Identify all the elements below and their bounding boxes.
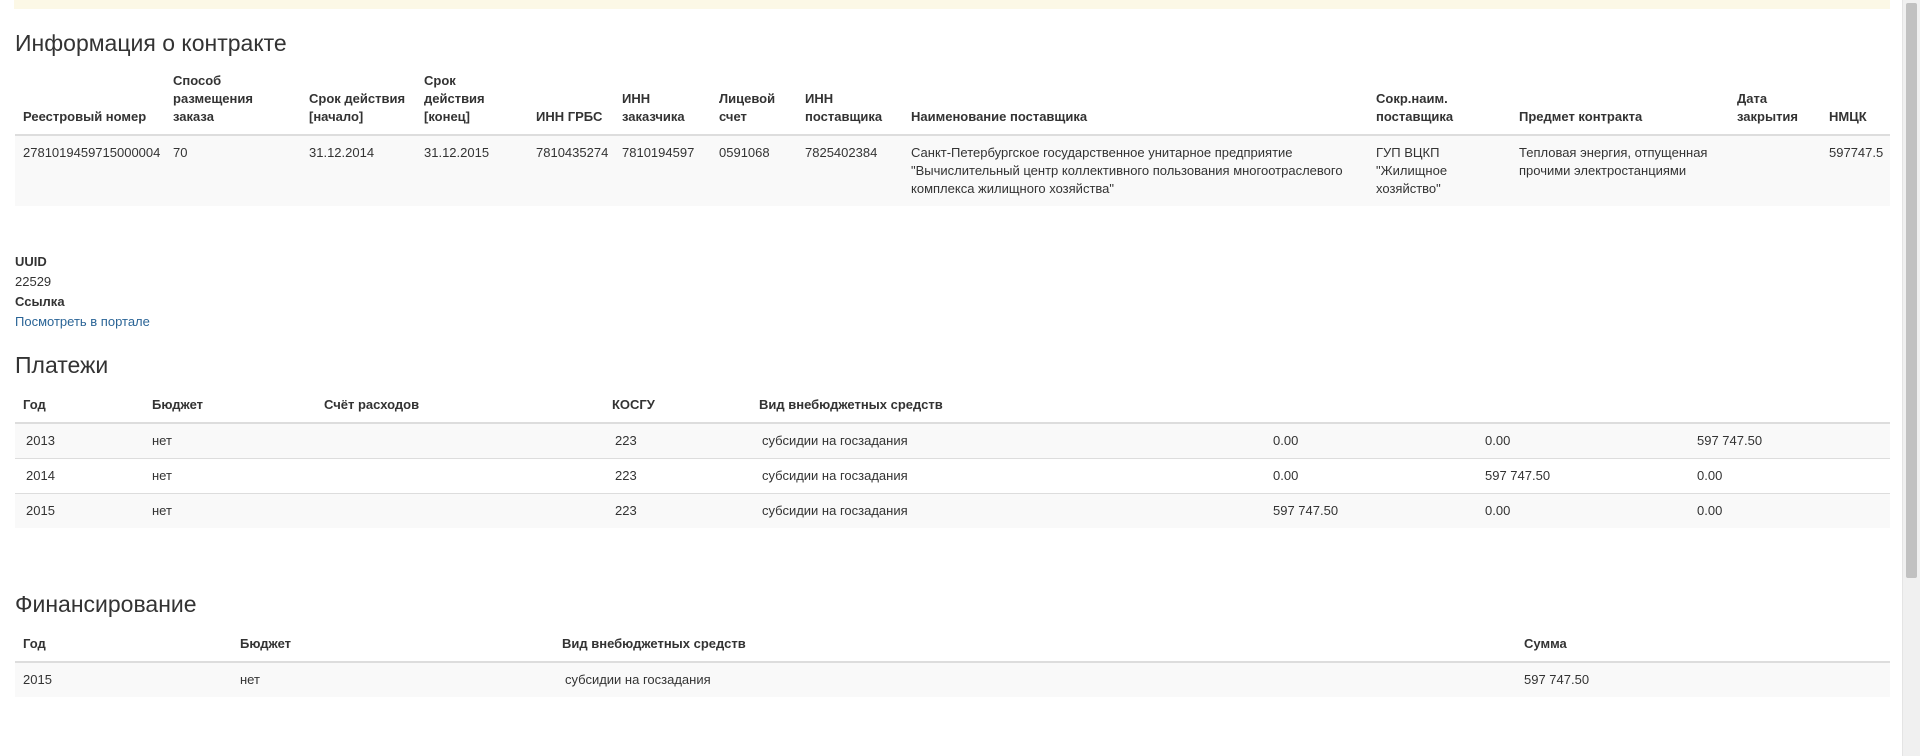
col-supplier-short: Сокр.наим. поставщика xyxy=(1368,72,1511,136)
cell-funds-type: субсидии на госзадания xyxy=(751,493,1265,528)
cell-amount-1: 0.00 xyxy=(1265,423,1477,459)
cell-sum: 597 747.50 xyxy=(1516,662,1890,697)
col-subject: Предмет контракта xyxy=(1511,72,1729,136)
col-sum: Сумма xyxy=(1516,635,1890,663)
table-row: 2013 нет 223 субсидии на госзадания 0.00… xyxy=(15,423,1890,459)
cell-nmck: 597747.5 xyxy=(1821,135,1890,206)
col-inn-customer: ИНН заказчика xyxy=(614,72,711,136)
col-registry-number: Реестровый номер xyxy=(15,72,165,136)
payments-title: Платежи xyxy=(15,352,109,378)
uuid-label: UUID xyxy=(15,254,47,269)
cell-inn-customer: 7810194597 xyxy=(614,135,711,206)
cell-supplier-short: ГУП ВЦКП "Жилищное хозяйство" xyxy=(1368,135,1511,206)
col-year: Год xyxy=(15,635,232,663)
portal-link[interactable]: Посмотреть в портале xyxy=(15,314,150,329)
payments-header-row: Год Бюджет Счёт расходов КОСГУ Вид внебю… xyxy=(15,396,1890,424)
col-start-date: Срок действия [начало] xyxy=(301,72,416,136)
contract-header-row: Реестровый номер Способ размещения заказ… xyxy=(15,72,1890,136)
cell-expense-account xyxy=(316,423,604,459)
table-row: 2781019459715000004 70 31.12.2014 31.12.… xyxy=(15,135,1890,206)
contract-title: Информация о контракте xyxy=(15,30,287,56)
cell-year: 2014 xyxy=(15,458,144,494)
cell-amount-3: 0.00 xyxy=(1689,493,1890,528)
col-kosgu: КОСГУ xyxy=(604,396,751,424)
cell-amount-3: 0.00 xyxy=(1689,458,1890,494)
cell-end-date: 31.12.2015 xyxy=(416,135,528,206)
financing-header-row: Год Бюджет Вид внебюджетных средств Сумм… xyxy=(15,635,1890,663)
cell-expense-account xyxy=(316,458,604,494)
cell-budget: нет xyxy=(144,458,316,494)
payments-table: Год Бюджет Счёт расходов КОСГУ Вид внебю… xyxy=(15,396,1890,528)
col-nmck: НМЦК xyxy=(1821,72,1890,136)
col-amount-3 xyxy=(1689,396,1890,424)
cell-year: 2015 xyxy=(15,493,144,528)
cell-budget: нет xyxy=(144,493,316,528)
col-expense-account: Счёт расходов xyxy=(316,396,604,424)
col-funds-type: Вид внебюджетных средств xyxy=(751,396,1265,424)
cell-account: 0591068 xyxy=(711,135,797,206)
link-label: Ссылка xyxy=(15,294,65,309)
financing-title: Финансирование xyxy=(15,591,197,617)
col-funds-type: Вид внебюджетных средств xyxy=(554,635,1516,663)
uuid-value: 22529 xyxy=(15,274,52,289)
table-row: 2014 нет 223 субсидии на госзадания 0.00… xyxy=(15,458,1890,494)
cell-amount-2: 0.00 xyxy=(1477,493,1689,528)
cell-funds-type: субсидии на госзадания xyxy=(554,662,1516,697)
col-end-date: Срок действия [конец] xyxy=(416,72,528,136)
cell-funds-type: субсидии на госзадания xyxy=(751,423,1265,459)
cell-kosgu: 223 xyxy=(604,423,751,459)
col-account: Лицевой счет xyxy=(711,72,797,136)
contract-table: Реестровый номер Способ размещения заказ… xyxy=(15,72,1890,206)
cell-funds-type: субсидии на госзадания xyxy=(751,458,1265,494)
col-year: Год xyxy=(15,396,144,424)
cell-start-date: 31.12.2014 xyxy=(301,135,416,206)
cell-kosgu: 223 xyxy=(604,493,751,528)
cell-amount-1: 0.00 xyxy=(1265,458,1477,494)
col-placement-method: Способ размещения заказа xyxy=(165,72,301,136)
cell-year: 2015 xyxy=(15,662,232,697)
col-amount-1 xyxy=(1265,396,1477,424)
cell-amount-1: 597 747.50 xyxy=(1265,493,1477,528)
notice-banner xyxy=(14,0,1890,9)
col-amount-2 xyxy=(1477,396,1689,424)
cell-inn-grbs: 7810435274 xyxy=(528,135,614,206)
col-budget: Бюджет xyxy=(232,635,554,663)
cell-amount-2: 597 747.50 xyxy=(1477,458,1689,494)
table-row: 2015 нет 223 субсидии на госзадания 597 … xyxy=(15,493,1890,528)
vertical-scrollbar[interactable] xyxy=(1902,0,1920,756)
col-inn-grbs: ИНН ГРБС xyxy=(528,72,614,136)
cell-budget: нет xyxy=(232,662,554,697)
cell-kosgu: 223 xyxy=(604,458,751,494)
cell-inn-supplier: 7825402384 xyxy=(797,135,903,206)
scrollbar-thumb[interactable] xyxy=(1906,3,1917,578)
cell-amount-3: 597 747.50 xyxy=(1689,423,1890,459)
cell-close-date xyxy=(1729,135,1821,206)
financing-table: Год Бюджет Вид внебюджетных средств Сумм… xyxy=(15,635,1890,697)
col-inn-supplier: ИНН поставщика xyxy=(797,72,903,136)
cell-budget: нет xyxy=(144,423,316,459)
cell-expense-account xyxy=(316,493,604,528)
col-supplier-name: Наименование поставщика xyxy=(903,72,1368,136)
contract-meta: UUID 22529 Ссылка Посмотреть в портале xyxy=(15,252,150,332)
cell-registry-number: 2781019459715000004 xyxy=(15,135,165,206)
col-close-date: Дата закрытия xyxy=(1729,72,1821,136)
col-budget: Бюджет xyxy=(144,396,316,424)
cell-amount-2: 0.00 xyxy=(1477,423,1689,459)
cell-supplier-name: Санкт-Петербургское государственное унит… xyxy=(903,135,1368,206)
table-row: 2015 нет субсидии на госзадания 597 747.… xyxy=(15,662,1890,697)
cell-subject: Тепловая энергия, отпущенная прочими эле… xyxy=(1511,135,1729,206)
cell-year: 2013 xyxy=(15,423,144,459)
cell-placement-method: 70 xyxy=(165,135,301,206)
